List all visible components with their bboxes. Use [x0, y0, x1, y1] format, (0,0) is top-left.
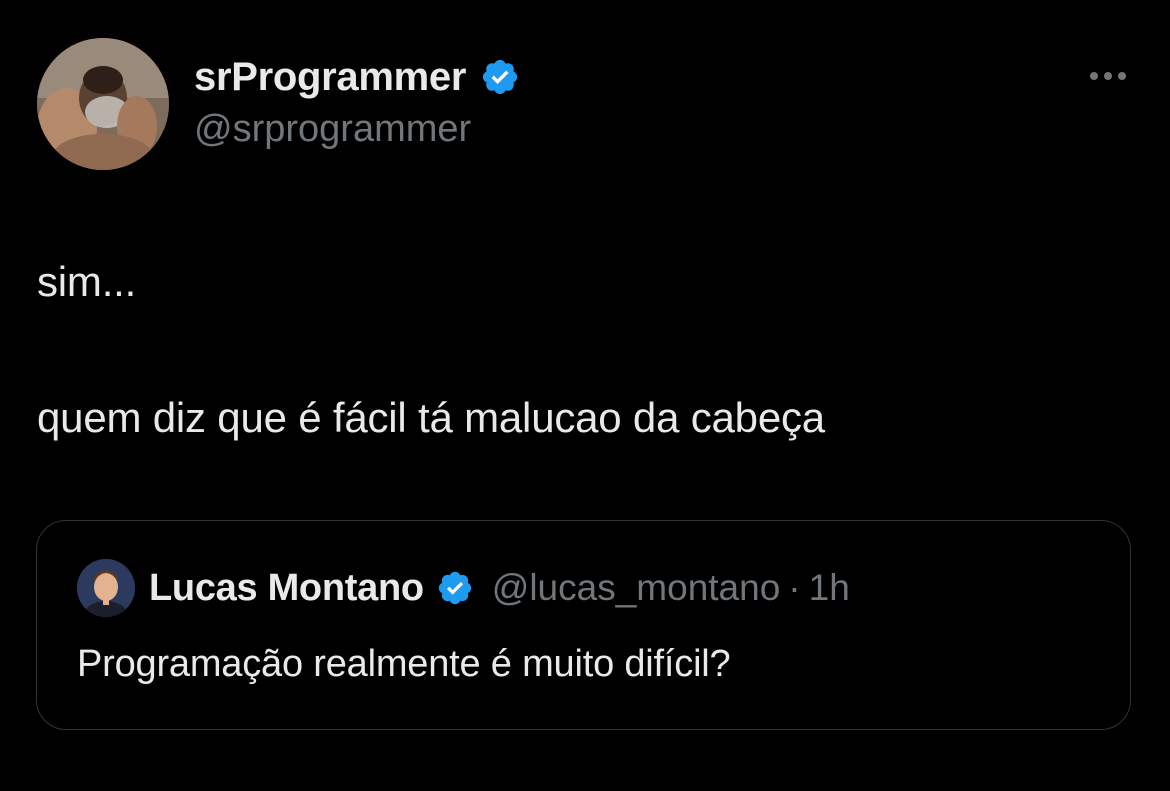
author-handle[interactable]: @srprogrammer — [194, 108, 471, 151]
verified-badge-icon — [438, 571, 472, 605]
dot — [1118, 72, 1126, 80]
quoted-author-avatar — [77, 559, 135, 617]
dot — [1104, 72, 1112, 80]
quoted-tweet-text: Programação realmente é muito difícil? — [77, 643, 731, 685]
tweet-text-line: sim... — [37, 258, 137, 305]
dot — [1090, 72, 1098, 80]
author-avatar[interactable] — [37, 38, 169, 170]
separator: · — [788, 567, 801, 608]
quoted-tweet-timestamp[interactable]: 1h — [809, 567, 850, 609]
quoted-author-name[interactable]: Lucas Montano — [149, 567, 424, 610]
author-name-row: srProgrammer — [194, 52, 520, 102]
tweet: srProgrammer @srprogrammer sim... quem d… — [0, 0, 1170, 791]
more-options-icon[interactable] — [1080, 58, 1136, 94]
quoted-tweet-header: Lucas Montano @lucas_montano · 1h — [149, 563, 850, 613]
avatar-photo-icon — [37, 38, 169, 170]
tweet-text-line: quem diz que é fácil tá malucao da cabeç… — [37, 394, 825, 441]
quoted-author-handle[interactable]: @lucas_montano — [492, 567, 781, 609]
author-name[interactable]: srProgrammer — [194, 55, 466, 100]
avatar-photo-icon — [77, 559, 135, 617]
verified-badge-icon — [483, 59, 518, 95]
quoted-tweet-card[interactable]: Lucas Montano @lucas_montano · 1h Progra… — [36, 520, 1131, 730]
